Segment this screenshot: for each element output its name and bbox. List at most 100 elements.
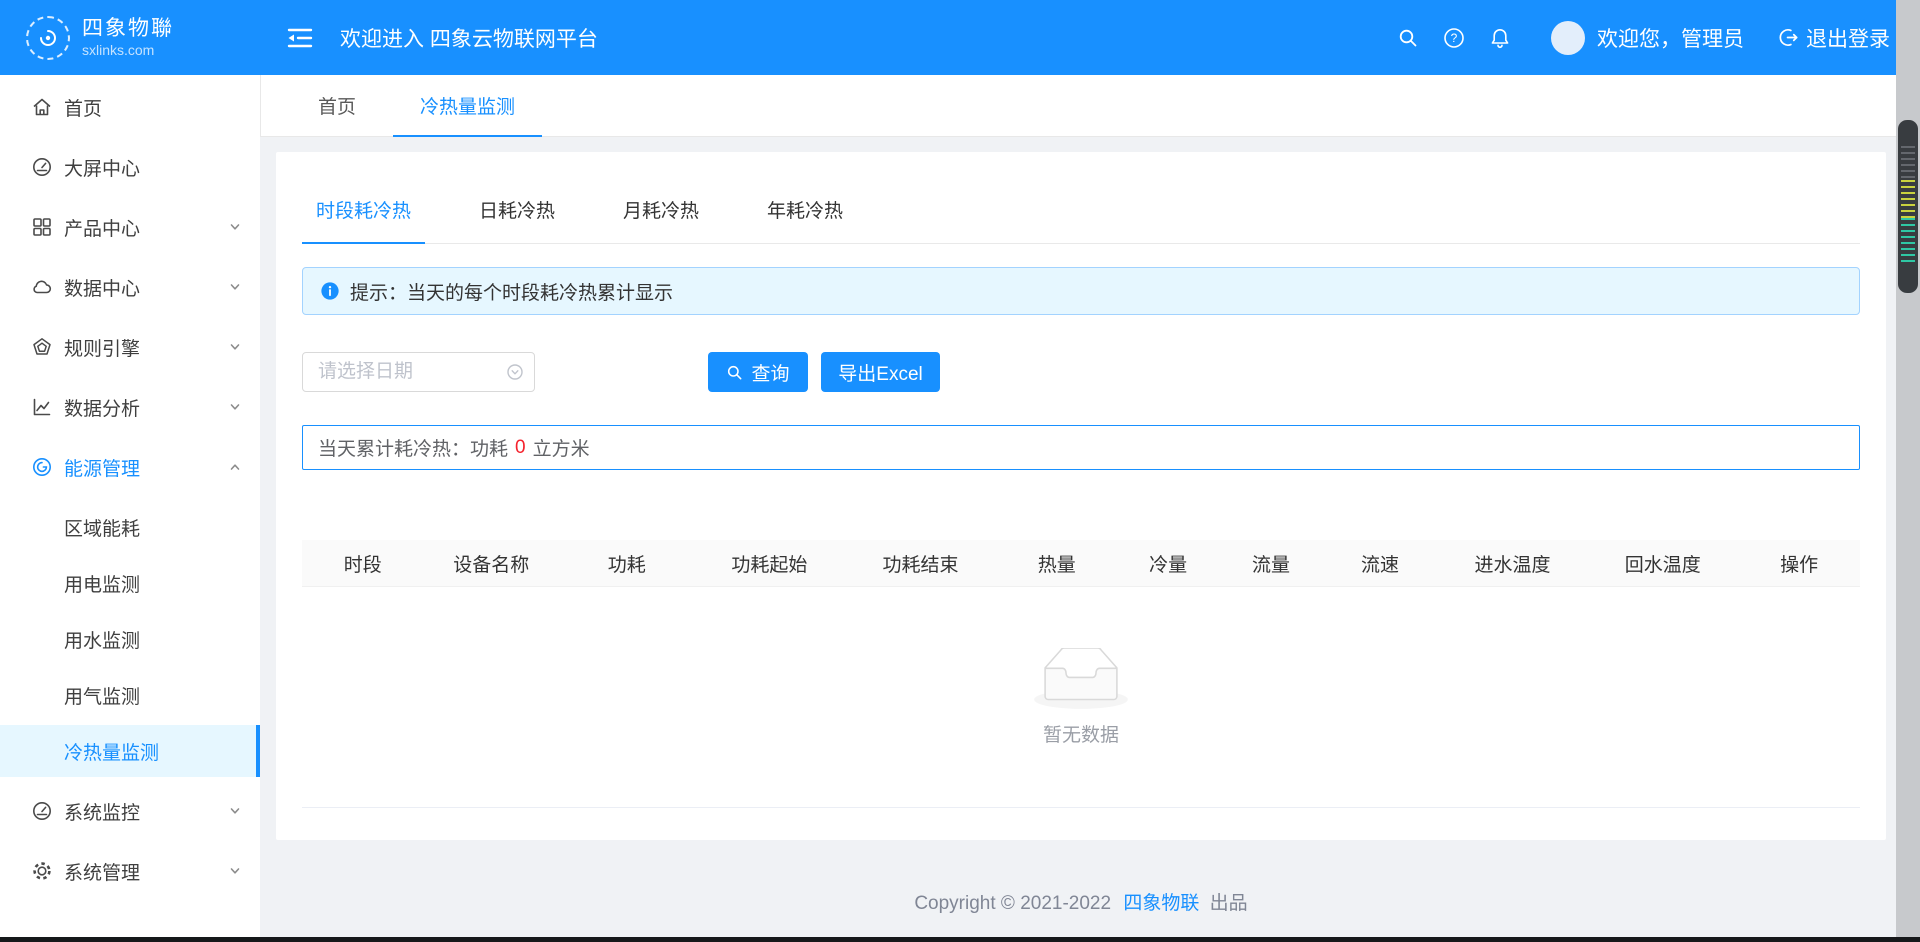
product-grid-icon	[30, 215, 54, 239]
scrollbar-thumb[interactable]	[1898, 120, 1918, 293]
page-tabbar: 首页 冷热量监测	[260, 75, 1896, 137]
page-footer: Copyright © 2021-2022 四象物联 出品	[276, 840, 1886, 915]
column-header: 进水温度	[1438, 550, 1588, 577]
main-card: 时段耗冷热 日耗冷热 月耗冷热 年耗冷热 提示：当天的每个时段耗冷热累计显示	[276, 152, 1886, 840]
cloud-icon	[30, 275, 54, 299]
copyright-text: Copyright © 2021-2022	[914, 893, 1111, 914]
sidebar-subitem-water[interactable]: 用水监测	[0, 613, 260, 665]
page-tab-label: 冷热量监测	[420, 92, 515, 119]
header-actions: ? 欢迎您，管理员 退出登录	[1373, 21, 1920, 55]
scroll-marks-yellow	[1901, 180, 1915, 218]
logo-text: 四象物聯 sxlinks.com	[82, 17, 174, 57]
sidebar-subitem-label: 用气监测	[64, 682, 140, 709]
menu-fold-icon[interactable]	[285, 25, 315, 51]
page-tab-coldheat[interactable]: 冷热量监测	[393, 75, 542, 136]
page-tab-label: 首页	[318, 92, 356, 119]
tab-label: 年耗冷热	[767, 196, 843, 223]
sidebar-item-home[interactable]: 首页	[0, 77, 260, 137]
dashboard-icon	[30, 155, 54, 179]
sidebar-item-label: 数据分析	[64, 394, 140, 421]
column-header: 设备名称	[424, 550, 560, 577]
chevron-down-icon	[228, 804, 242, 818]
monitor-icon	[30, 799, 54, 823]
copyright-suffix: 出品	[1210, 893, 1248, 914]
date-input[interactable]	[303, 361, 563, 383]
sidebar-subitem-region-energy[interactable]: 区域能耗	[0, 501, 260, 553]
column-header: 流量	[1220, 550, 1323, 577]
bell-icon[interactable]	[1489, 27, 1511, 49]
home-icon	[30, 95, 54, 119]
sidebar: 首页 大屏中心 产品中心 数据中心	[0, 75, 260, 937]
column-header: 回水温度	[1587, 550, 1738, 577]
help-icon[interactable]: ?	[1443, 27, 1465, 49]
sidebar-item-product[interactable]: 产品中心	[0, 197, 260, 257]
brand-logo: 四象物聯 sxlinks.com	[0, 16, 260, 60]
sidebar-item-datacenter[interactable]: 数据中心	[0, 257, 260, 317]
sidebar-item-label: 规则引擎	[64, 334, 140, 361]
user-greeting: 欢迎您，管理员	[1597, 23, 1744, 53]
sidebar-item-data-analysis[interactable]: 数据分析	[0, 377, 260, 437]
table-header-row: 时段 设备名称 功耗 功耗起始 功耗结束 热量 冷量 流量 流速 进水温度 回水…	[302, 540, 1860, 587]
column-header: 功耗起始	[695, 550, 845, 577]
search-icon[interactable]	[1397, 27, 1419, 49]
logout-button[interactable]: 退出登录	[1778, 23, 1890, 53]
logout-icon	[1778, 27, 1799, 48]
chevron-up-icon	[228, 460, 242, 474]
sidebar-menu: 首页 大屏中心 产品中心 数据中心	[0, 75, 260, 901]
tab-monthly-coldheat[interactable]: 月耗冷热	[609, 176, 713, 243]
logo-mark-icon	[26, 16, 70, 60]
logo-subtitle: sxlinks.com	[82, 42, 174, 58]
chevron-down-icon	[228, 400, 242, 414]
sidebar-subitem-coldheat[interactable]: 冷热量监测	[0, 725, 260, 777]
summary-suffix: 立方米	[533, 434, 590, 461]
column-header: 功耗	[559, 550, 695, 577]
sidebar-subitem-label: 冷热量监测	[64, 738, 159, 765]
rule-engine-icon	[30, 335, 54, 359]
sidebar-item-label: 数据中心	[64, 274, 140, 301]
chart-icon	[30, 395, 54, 419]
empty-text: 暂无数据	[1043, 720, 1119, 747]
app-root: 四象物聯 sxlinks.com 欢迎进入 四象云物联网平台 ? 欢迎您，管理员…	[0, 0, 1920, 942]
summary-box: 当天累计耗冷热：功耗 0 立方米	[302, 425, 1860, 470]
column-header: 热量	[997, 550, 1117, 577]
chevron-down-icon	[228, 864, 242, 878]
tab-yearly-coldheat[interactable]: 年耗冷热	[753, 176, 857, 243]
tab-period-coldheat[interactable]: 时段耗冷热	[302, 176, 425, 243]
logo-title: 四象物聯	[82, 17, 174, 41]
sidebar-item-system-manage[interactable]: 系统管理	[0, 841, 260, 901]
sidebar-item-bigscreen[interactable]: 大屏中心	[0, 137, 260, 197]
scroll-marks-teal	[1901, 218, 1915, 264]
sidebar-item-label: 首页	[64, 94, 102, 121]
query-button[interactable]: 查询	[708, 352, 808, 392]
data-table: 时段 设备名称 功耗 功耗起始 功耗结束 热量 冷量 流量 流速 进水温度 回水…	[302, 540, 1860, 808]
page-tab-home[interactable]: 首页	[291, 75, 383, 136]
sidebar-item-energy[interactable]: 能源管理	[0, 437, 260, 497]
chevron-down-icon	[228, 220, 242, 234]
sidebar-item-system-monitor[interactable]: 系统监控	[0, 781, 260, 841]
column-header: 流速	[1322, 550, 1437, 577]
empty-box-icon	[1031, 648, 1131, 712]
scrollbar-track[interactable]	[1896, 0, 1920, 942]
sidebar-subitem-gas[interactable]: 用气监测	[0, 669, 260, 721]
tab-label: 月耗冷热	[623, 196, 699, 223]
sidebar-item-rule-engine[interactable]: 规则引擎	[0, 317, 260, 377]
sidebar-item-label: 系统管理	[64, 858, 140, 885]
gear-icon	[30, 859, 54, 883]
tab-daily-coldheat[interactable]: 日耗冷热	[465, 176, 569, 243]
sidebar-subitem-label: 区域能耗	[64, 514, 140, 541]
content-area: 时段耗冷热 日耗冷热 月耗冷热 年耗冷热 提示：当天的每个时段耗冷热累计显示	[260, 137, 1896, 942]
sidebar-subitem-electric[interactable]: 用电监测	[0, 557, 260, 609]
summary-prefix: 当天累计耗冷热：功耗	[318, 434, 508, 461]
clock-icon	[506, 363, 524, 381]
column-header: 操作	[1738, 550, 1860, 577]
sidebar-item-label: 产品中心	[64, 214, 140, 241]
sidebar-subitem-label: 用电监测	[64, 570, 140, 597]
brand-link[interactable]: 四象物联	[1123, 893, 1199, 914]
user-avatar[interactable]	[1551, 21, 1585, 55]
chevron-down-icon	[228, 340, 242, 354]
energy-icon	[30, 455, 54, 479]
logout-label: 退出登录	[1806, 23, 1890, 53]
export-excel-button[interactable]: 导出Excel	[821, 352, 940, 392]
sidebar-item-label: 系统监控	[64, 798, 140, 825]
alert-text: 提示：当天的每个时段耗冷热累计显示	[350, 278, 673, 305]
